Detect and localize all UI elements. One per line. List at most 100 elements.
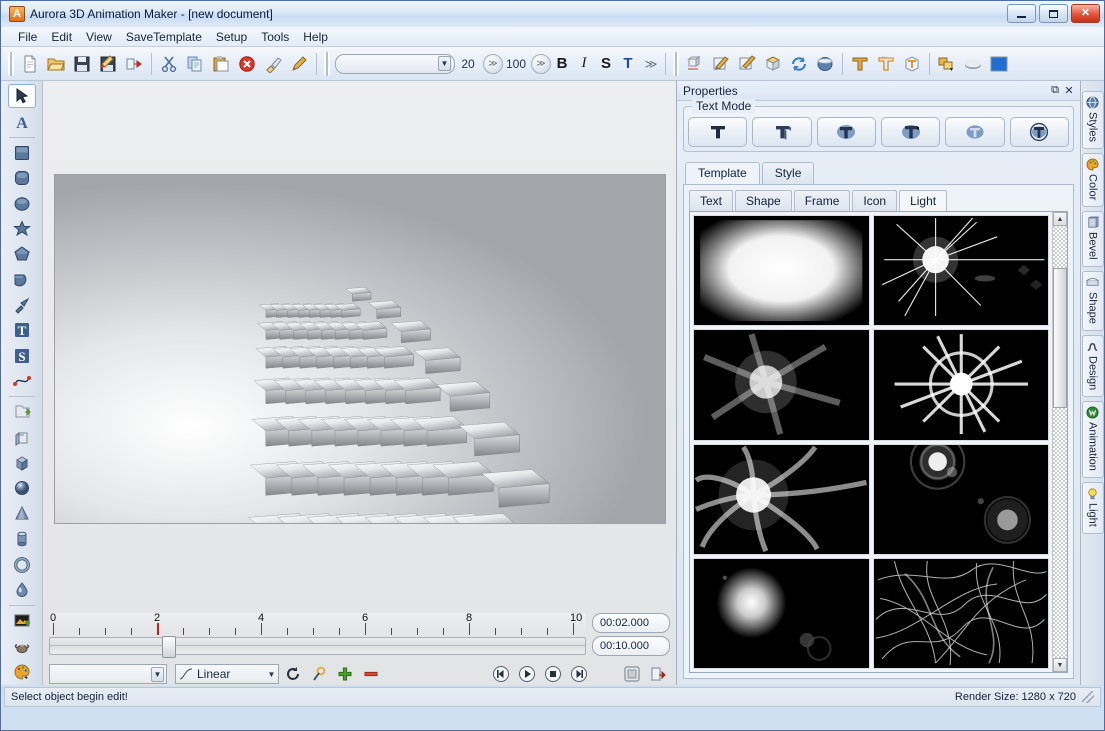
chevron-down-icon[interactable]: ▼	[151, 667, 164, 682]
pie-shape-tool[interactable]	[8, 267, 36, 291]
toolbar-grip[interactable]	[673, 52, 679, 76]
subtab-shape[interactable]: Shape	[735, 190, 792, 211]
side-tab-bevel[interactable]: Bevel	[1082, 211, 1104, 267]
menu-help[interactable]: Help	[296, 28, 335, 46]
arrow-tool[interactable]	[8, 293, 36, 317]
refresh-keys-button[interactable]	[281, 663, 305, 685]
light-thumb-soft-box[interactable]	[693, 215, 870, 326]
text-mode-inset[interactable]	[945, 117, 1004, 147]
cylinder-tool[interactable]	[8, 527, 36, 551]
edit-bevel-icon[interactable]	[735, 52, 759, 76]
timeline-ruler[interactable]: 0246810	[49, 613, 586, 635]
close-panel-icon[interactable]: ✕	[1062, 84, 1076, 98]
stop-button[interactable]	[542, 663, 564, 685]
subtab-text[interactable]: Text	[689, 190, 733, 211]
menu-edit[interactable]: Edit	[44, 28, 79, 46]
text-in-shape-icon[interactable]	[900, 52, 924, 76]
more-options-icon[interactable]: ≫	[641, 54, 661, 74]
remove-key-button[interactable]	[359, 663, 383, 685]
bold-button[interactable]: B	[551, 52, 573, 76]
play-button[interactable]	[516, 663, 538, 685]
text-3d-icon[interactable]	[848, 52, 872, 76]
font-name-select[interactable]: ▼	[335, 54, 455, 74]
color-palette-tool[interactable]	[8, 660, 36, 684]
menu-file[interactable]: File	[11, 28, 44, 46]
save-as-icon[interactable]	[96, 52, 120, 76]
text-mode-round-both[interactable]	[881, 117, 940, 147]
menu-savetemplate[interactable]: SaveTemplate	[119, 28, 209, 46]
star-tool[interactable]	[8, 217, 36, 241]
export-video-button[interactable]	[646, 663, 670, 685]
side-tab-styles[interactable]: Styles	[1082, 91, 1104, 149]
viewport[interactable]	[43, 81, 676, 613]
side-tab-animation[interactable]: Animation	[1082, 401, 1104, 478]
object-select[interactable]: ▼	[49, 664, 167, 684]
text-outline-icon[interactable]	[874, 52, 898, 76]
go-to-end-button[interactable]	[568, 663, 590, 685]
sphere-icon[interactable]	[813, 52, 837, 76]
gradient-icon[interactable]	[961, 52, 985, 76]
text-mode-extrude[interactable]	[752, 117, 811, 147]
text-mode-flat[interactable]	[688, 117, 747, 147]
key-tool-button[interactable]	[307, 663, 331, 685]
cube-tool[interactable]	[8, 451, 36, 475]
resize-grip[interactable]	[1082, 691, 1094, 703]
char-spacing-value[interactable]: 100	[503, 57, 529, 71]
playhead[interactable]	[157, 623, 159, 635]
float-panel-icon[interactable]: ⧉	[1048, 84, 1062, 98]
rotate-icon[interactable]	[787, 52, 811, 76]
shape-cube-icon[interactable]	[683, 52, 707, 76]
font-size-stepper[interactable]: ≫	[483, 54, 503, 74]
rounded-rect-tool[interactable]	[8, 166, 36, 190]
sphere-tool[interactable]	[8, 476, 36, 500]
color-swatch-icon[interactable]	[987, 52, 1011, 76]
tab-style[interactable]: Style	[762, 162, 815, 184]
light-thumb-soft-glow[interactable]	[693, 558, 870, 669]
add-image-tool[interactable]	[8, 609, 36, 633]
maximize-button[interactable]	[1039, 4, 1068, 23]
menu-setup[interactable]: Setup	[209, 28, 254, 46]
save-icon[interactable]	[70, 52, 94, 76]
go-to-start-button[interactable]	[490, 663, 512, 685]
font-size-value[interactable]: 20	[455, 57, 481, 71]
text-color-button[interactable]: T	[617, 52, 639, 76]
side-tab-shape[interactable]: Shape	[1082, 271, 1104, 331]
chevron-down-icon[interactable]: ▼	[438, 56, 451, 71]
select-tool[interactable]	[8, 84, 36, 108]
add-key-button[interactable]	[333, 663, 357, 685]
cone-tool[interactable]	[8, 502, 36, 526]
rectangle-tool[interactable]	[8, 141, 36, 165]
render-preview-button[interactable]	[620, 663, 644, 685]
import-image-tool[interactable]	[8, 400, 36, 424]
toolbar-grip[interactable]	[8, 52, 14, 76]
italic-button[interactable]: I	[573, 52, 595, 76]
char-spacing-stepper[interactable]: ≫	[531, 54, 551, 74]
text-symbol-tool[interactable]: T	[8, 318, 36, 342]
current-time-field[interactable]: 00:02.000	[592, 613, 670, 633]
menu-view[interactable]: View	[79, 28, 119, 46]
text-mode-round-front[interactable]	[817, 117, 876, 147]
style-dropdown-icon[interactable]	[935, 52, 959, 76]
timeline-scrubber[interactable]	[162, 636, 176, 658]
shape-symbol-tool[interactable]: S	[8, 344, 36, 368]
edit-pencil-icon[interactable]	[287, 52, 311, 76]
timeline-track[interactable]	[49, 637, 586, 655]
copy-icon[interactable]	[183, 52, 207, 76]
light-thumb-ring-star[interactable]	[873, 329, 1050, 440]
light-thumb-starburst-flare[interactable]	[873, 215, 1050, 326]
toolbar-grip[interactable]	[324, 52, 330, 76]
ellipse-tool[interactable]	[8, 191, 36, 215]
scrollbar-thumb[interactable]	[1053, 268, 1067, 408]
text-tool[interactable]: A	[8, 109, 36, 133]
scrollbar-track[interactable]	[1053, 226, 1067, 658]
close-button[interactable]: ✕	[1071, 4, 1100, 23]
side-tab-color[interactable]: Color	[1082, 153, 1104, 207]
subtab-frame[interactable]: Frame	[794, 190, 851, 211]
clear-brush-icon[interactable]	[261, 52, 285, 76]
scroll-down-icon[interactable]: ▼	[1053, 658, 1067, 672]
paste-icon[interactable]	[209, 52, 233, 76]
open-document-icon[interactable]	[44, 52, 68, 76]
pentagon-tool[interactable]	[8, 242, 36, 266]
teapot-tool[interactable]	[8, 634, 36, 658]
light-grid-scrollbar[interactable]: ▲ ▼	[1052, 212, 1067, 672]
